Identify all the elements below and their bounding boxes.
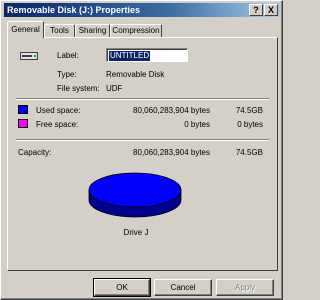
apply-button[interactable]: Apply xyxy=(216,279,274,296)
pie-slice-used-space xyxy=(88,172,182,208)
properties-window: Removable Disk (J:) Properties ? X Gener… xyxy=(0,0,283,300)
title-bar: Removable Disk (J:) Properties ? X xyxy=(4,3,280,17)
close-icon: X xyxy=(267,5,274,15)
help-button[interactable]: ? xyxy=(249,4,263,16)
free-space-size: 0 bytes xyxy=(237,120,263,129)
apply-button-label: Apply xyxy=(234,283,255,292)
tab-sharing[interactable]: Sharing xyxy=(75,24,110,37)
ok-button[interactable]: OK xyxy=(93,278,151,297)
file-system-caption: File system: xyxy=(57,84,100,93)
volume-label-value: UNTITLED xyxy=(109,51,151,61)
cancel-button[interactable]: Cancel xyxy=(154,279,212,296)
tab-general[interactable]: General xyxy=(7,21,44,38)
used-space-swatch xyxy=(18,105,28,114)
tab-compression[interactable]: Compression xyxy=(110,24,162,37)
separator xyxy=(16,98,269,100)
capacity-caption: Capacity: xyxy=(18,148,52,157)
tab-tools[interactable]: Tools xyxy=(44,24,75,37)
disk-usage-pie-chart xyxy=(88,172,182,218)
general-panel: Label: UNTITLED Type: Removable Disk Fil… xyxy=(7,37,278,271)
free-space-caption: Free space: xyxy=(36,120,79,129)
free-space-bytes: 0 bytes xyxy=(184,120,210,129)
used-space-caption: Used space: xyxy=(36,106,81,115)
label-caption: Label: xyxy=(57,51,79,60)
type-caption: Type: xyxy=(57,70,77,79)
capacity-bytes: 80,060,283,904 bytes xyxy=(133,148,210,157)
separator xyxy=(16,139,269,141)
removable-drive-icon xyxy=(20,51,38,61)
pie-drive-label: Drive J xyxy=(123,228,149,237)
window-title: Removable Disk (J:) Properties xyxy=(7,5,141,15)
volume-label-input[interactable]: UNTITLED xyxy=(106,48,188,62)
close-button[interactable]: X xyxy=(264,4,278,16)
tab-general-label: General xyxy=(11,25,40,34)
type-value: Removable Disk xyxy=(106,70,165,79)
tab-sharing-label: Sharing xyxy=(78,26,107,35)
tab-tools-label: Tools xyxy=(50,26,69,35)
capacity-size: 74.5GB xyxy=(235,148,263,157)
ok-button-label: OK xyxy=(116,283,128,292)
used-space-bytes: 80,060,283,904 bytes xyxy=(133,106,210,115)
cancel-button-label: Cancel xyxy=(170,283,196,292)
help-icon: ? xyxy=(253,5,259,15)
free-space-swatch xyxy=(18,119,28,128)
used-space-size: 74.5GB xyxy=(235,106,263,115)
tab-compression-label: Compression xyxy=(112,26,160,35)
file-system-value: UDF xyxy=(106,84,123,93)
